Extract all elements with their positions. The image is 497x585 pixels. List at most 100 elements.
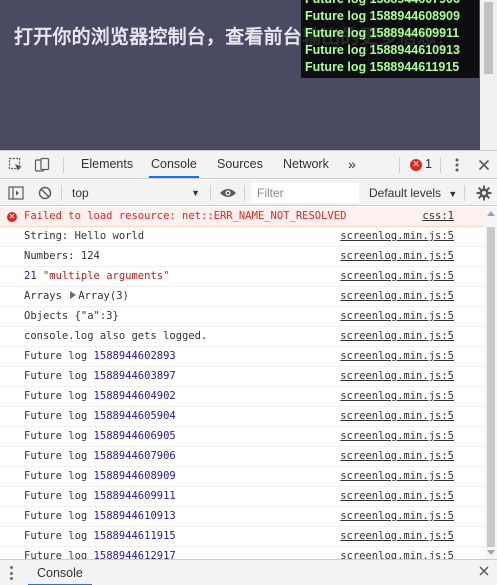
log-source-link[interactable]: screenlog.min.js:5 — [340, 447, 454, 466]
close-drawer-icon[interactable] — [479, 564, 489, 580]
log-message: Future log 1588944605904 — [24, 407, 176, 426]
log-source-link[interactable]: screenlog.min.js:5 — [340, 387, 454, 406]
log-prefix: Future log — [24, 390, 88, 402]
console-error-row: ✕ Failed to load resource: net::ERR_NAME… — [0, 207, 485, 227]
toolbar-divider — [440, 157, 441, 173]
log-message: Arrays Array(3) — [24, 287, 129, 306]
console-row: console.log also gets logged. screenlog.… — [0, 327, 485, 347]
tab-network[interactable]: Network — [281, 151, 331, 178]
future-log-row: Future log 1588944611915 screenlog.min.js… — [0, 527, 485, 547]
log-number-value: 1588944610913 — [93, 510, 176, 522]
customize-menu-icon[interactable] — [448, 156, 466, 174]
toolbar-divider — [464, 185, 465, 201]
tab-sources[interactable]: Sources — [215, 151, 265, 178]
log-number-value: 1588944605904 — [93, 410, 176, 422]
log-source-link[interactable]: screenlog.min.js:5 — [340, 467, 454, 486]
drawer-tabbar: Console — [0, 559, 497, 585]
log-source-link[interactable]: screenlog.min.js:5 — [340, 347, 454, 366]
filter-input[interactable] — [251, 183, 359, 203]
clear-console-icon[interactable] — [36, 184, 54, 202]
log-source-link[interactable]: screenlog.min.js:5 — [340, 247, 454, 266]
log-number-value: 1588944607906 — [93, 450, 176, 462]
log-message: String: Hello world — [24, 230, 145, 242]
log-message: Numbers: 124 — [24, 250, 100, 262]
log-prefix: Future log — [24, 490, 88, 502]
log-number-value: 1588944603897 — [93, 370, 176, 382]
context-selector[interactable]: top ▼ — [66, 183, 206, 203]
error-icon: ✕ — [7, 212, 17, 222]
log-source-link[interactable]: screenlog.min.js:5 — [340, 367, 454, 386]
future-log-rows: Future log 1588944602893 screenlog.min.js… — [0, 347, 485, 559]
toolbar-divider — [244, 185, 245, 201]
log-prefix: Future log — [24, 470, 88, 482]
console-scrollbar[interactable] — [485, 207, 497, 559]
log-prefix: Future log — [24, 510, 88, 522]
screenlog-line: Future log 1588944608909 — [305, 9, 460, 23]
log-source-link[interactable]: screenlog.min.js:5 — [340, 487, 454, 506]
future-log-row: Future log 1588944608909 screenlog.min.js… — [0, 467, 485, 487]
log-message: Future log 1588944603897 — [24, 367, 176, 386]
tab-elements[interactable]: Elements — [79, 151, 135, 178]
log-source-link[interactable]: screenlog.min.js:5 — [340, 267, 454, 286]
device-toolbar-icon[interactable] — [33, 156, 51, 174]
log-prefix: Future log — [24, 350, 88, 362]
more-tabs-button[interactable]: » — [346, 151, 358, 178]
log-source-link[interactable]: screenlog.min.js:5 — [340, 327, 454, 346]
future-log-row: Future log 1588944607906 screenlog.min.js… — [0, 447, 485, 467]
console-row: Arrays Array(3) screenlog.min.js:5 — [0, 287, 485, 307]
log-source-link[interactable]: screenlog.min.js:5 — [340, 227, 454, 246]
future-log-row: Future log 1588944612917 screenlog.min.js… — [0, 547, 485, 559]
future-log-row: Future log 1588944610913 screenlog.min.js… — [0, 507, 485, 527]
screenlog-line: Future log 1588944611915 — [305, 60, 460, 74]
context-value: top — [72, 186, 89, 200]
log-prefix: Future log — [24, 530, 88, 542]
scroll-down-arrow-icon[interactable] — [487, 550, 495, 555]
expand-triangle-icon[interactable] — [70, 291, 77, 299]
console-messages: ✕ Failed to load resource: net::ERR_NAME… — [0, 207, 485, 559]
log-message: Future log 1588944612917 — [24, 547, 176, 559]
log-message: Future log 1588944611915 — [24, 527, 176, 546]
log-source-link[interactable]: screenlog.min.js:5 — [340, 307, 454, 326]
inspect-element-icon[interactable] — [7, 156, 25, 174]
log-number-value: 1588944609911 — [93, 490, 176, 502]
log-message: 21 "multiple arguments" — [24, 267, 169, 286]
console-scrollbar-thumb[interactable] — [487, 227, 495, 547]
dropdown-arrow-icon: ▼ — [191, 188, 200, 198]
screenlog-line: Future log 1588944607906 — [305, 0, 460, 8]
page-scrollbar[interactable] — [480, 0, 497, 150]
console-settings-gear-icon[interactable] — [475, 184, 493, 202]
log-number-value: 21 — [24, 270, 37, 282]
array-preview[interactable]: Array(3) — [78, 290, 129, 302]
toolbar-divider — [210, 185, 211, 201]
close-devtools-icon[interactable] — [475, 156, 493, 174]
log-source-link[interactable]: screenlog.min.js:5 — [340, 427, 454, 446]
log-source-link[interactable]: css:1 — [422, 207, 454, 226]
drawer-tab-console[interactable]: Console — [28, 560, 92, 585]
toolbar-divider — [63, 157, 64, 173]
drawer-menu-icon[interactable] — [10, 566, 13, 580]
log-source-link[interactable]: screenlog.min.js:5 — [340, 547, 454, 559]
page-scrollbar-thumb[interactable] — [484, 2, 493, 74]
console-toolbar: top ▼ Default levels ▼ — [0, 180, 497, 206]
tab-console[interactable]: Console — [149, 151, 199, 178]
scroll-up-arrow-icon[interactable] — [487, 211, 495, 216]
live-expression-eye-icon[interactable] — [219, 184, 237, 202]
log-source-link[interactable]: screenlog.min.js:5 — [340, 527, 454, 546]
log-message: Future log 1588944604902 — [24, 387, 176, 406]
error-count[interactable]: 1 — [425, 151, 432, 178]
log-message: Future log 1588944606905 — [24, 427, 176, 446]
log-source-link[interactable]: screenlog.min.js:5 — [340, 507, 454, 526]
log-source-link[interactable]: screenlog.min.js:5 — [340, 287, 454, 306]
log-prefix: Future log — [24, 450, 88, 462]
console-row: String: Hello world screenlog.min.js:5 — [0, 227, 485, 247]
log-number-value: 1588944604902 — [93, 390, 176, 402]
future-log-row: Future log 1588944604902 screenlog.min.js… — [0, 387, 485, 407]
log-message: Future log 1588944602893 — [24, 347, 176, 366]
sidebar-toggle-icon[interactable] — [7, 184, 25, 202]
log-number-value: 1588944612917 — [93, 550, 176, 559]
log-message: Future log 1588944608909 — [24, 467, 176, 486]
log-source-link[interactable]: screenlog.min.js:5 — [340, 407, 454, 426]
error-count-icon[interactable]: ✕ — [410, 159, 422, 171]
log-levels-selector[interactable]: Default levels ▼ — [369, 183, 457, 203]
future-log-row: Future log 1588944605904 screenlog.min.js… — [0, 407, 485, 427]
